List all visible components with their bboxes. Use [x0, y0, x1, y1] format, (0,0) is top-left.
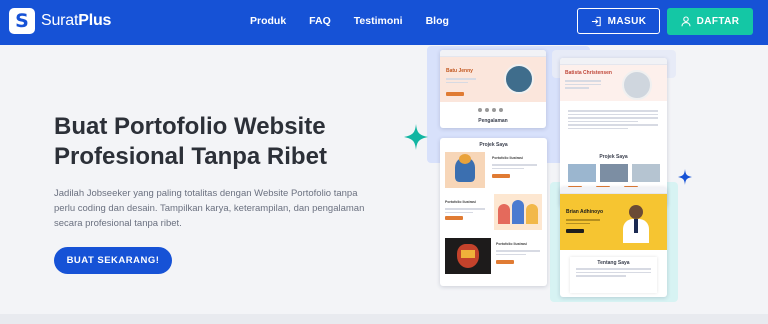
mockup-project-title: Portofolio Ilustrasi [445, 200, 476, 204]
brand-logo-icon: S [9, 8, 35, 34]
mockup-project-title: Portofolio Ilustrasi [496, 242, 527, 246]
mockup-name: Batu Jenny [446, 68, 473, 74]
mockup-name: Batista Christensen [565, 70, 612, 76]
mockup-text-lines [565, 78, 601, 89]
mockup-card-portfolio-3: Projek Saya Portofolio Ilustrasi Portofo… [440, 138, 547, 286]
mockup-text-lines [492, 162, 537, 169]
register-label: DAFTAR [696, 16, 740, 27]
login-label: MASUK [607, 15, 647, 27]
cta-button[interactable]: BUAT SEKARANG! [54, 247, 172, 274]
next-section-edge [0, 314, 768, 324]
mockup-button [496, 260, 514, 264]
brand-name-regular: Surat [41, 12, 79, 29]
hero-title: Buat Portofolio Website Profesional Tanpa… [54, 112, 384, 172]
sparkle-icon [404, 124, 428, 155]
brand-name: SuratPlus [41, 12, 111, 30]
mockup-project-image [445, 238, 491, 274]
mockup-card-portfolio-4: Brian Adhinoyo Tentang Saya [560, 187, 667, 297]
mockup-avatar [504, 64, 534, 94]
mockup-text-lines [576, 268, 651, 277]
navbar: S SuratPlus Produk FAQ Testimoni Blog MA… [0, 0, 768, 45]
mockup-navbar [440, 50, 546, 57]
hero-description: Jadilah Jobseeker yang paling totalitas … [54, 188, 365, 229]
mockup-section-title: Projek Saya [599, 154, 628, 160]
nav-item-testimoni[interactable]: Testimoni [354, 15, 403, 27]
nav-item-blog[interactable]: Blog [426, 15, 449, 27]
mockup-avatar [622, 70, 652, 100]
mockup-project-image [445, 152, 485, 188]
mockup-social-icons [478, 108, 503, 112]
mockup-navbar [560, 187, 667, 194]
mockup-navbar [560, 58, 667, 65]
nav-item-produk[interactable]: Produk [250, 15, 286, 27]
mockup-name: Brian Adhinoyo [566, 209, 604, 215]
mockup-section-title: Tentang Saya [597, 260, 630, 266]
mockup-text-block [568, 108, 658, 129]
mockup-section-title: Projek Saya [479, 142, 508, 148]
sparkle-icon [678, 169, 692, 190]
user-icon [681, 16, 691, 27]
mockup-card-portfolio-1: Batu Jenny Pengalaman [440, 50, 546, 128]
mockup-text-lines [496, 248, 540, 255]
register-button[interactable]: DAFTAR [667, 8, 753, 35]
hero-title-line2: Profesional Tanpa Ribet [54, 143, 327, 170]
mockup-about-box: Tentang Saya [570, 257, 657, 293]
mockup-button [492, 174, 510, 178]
nav-links: Produk FAQ Testimoni Blog [250, 15, 472, 27]
brand[interactable]: S SuratPlus [9, 8, 111, 34]
nav-item-faq[interactable]: FAQ [309, 15, 331, 27]
mockup-text-lines [445, 206, 485, 213]
login-button[interactable]: MASUK [577, 8, 660, 34]
mockup-card-portfolio-2: Batista Christensen Projek Saya [560, 58, 667, 206]
mockup-button [566, 229, 584, 233]
mockup-project-thumbs [568, 164, 660, 182]
mockup-project-title: Portofolio Ilustrasi [492, 156, 523, 160]
mockup-section-title: Pengalaman [478, 118, 508, 124]
mockup-project-image [494, 194, 542, 230]
login-icon [591, 16, 602, 27]
mockup-button [446, 92, 464, 96]
brand-name-bold: Plus [78, 12, 112, 29]
mockup-avatar [620, 203, 652, 243]
mockup-text-lines [566, 217, 600, 224]
mockup-button [445, 216, 463, 220]
hero-title-line1: Buat Portofolio Website [54, 113, 326, 140]
mockup-text-lines [446, 76, 476, 83]
